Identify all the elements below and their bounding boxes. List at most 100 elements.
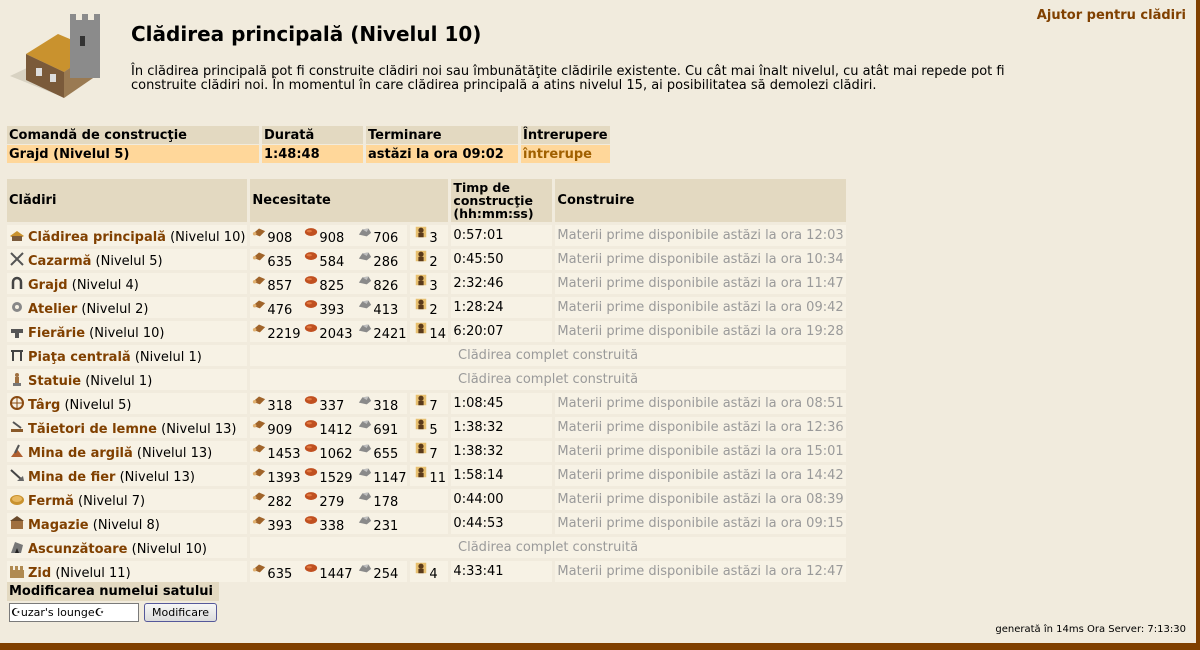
- farm-icon: [10, 494, 24, 505]
- timber-camp-icon: [11, 420, 23, 432]
- clay-cost: 338: [319, 519, 345, 534]
- build-time: 0:44:53: [451, 513, 556, 537]
- wood-icon: [253, 492, 266, 501]
- resource-costs: 635 584 286 2: [250, 249, 452, 273]
- building-level: (Nivelul 13): [136, 445, 213, 461]
- building-name-cell: Magazie (Nivelul 8): [7, 513, 251, 537]
- resource-costs: 909 1412 691 5: [250, 417, 452, 441]
- resource-costs: 908 908 706 3: [250, 225, 452, 249]
- barracks-icon: [10, 251, 24, 266]
- building-level: (Nivelul 13): [161, 421, 237, 437]
- wood-icon: [253, 252, 266, 261]
- building-row: Târg (Nivelul 5) 318 337 318 7 1:08:45 Materii…: [7, 393, 849, 417]
- pop-cost: 11: [429, 471, 446, 486]
- page-title: Clădirea principală (Nivelul 10): [131, 22, 482, 46]
- wood-cost: 282: [267, 495, 293, 510]
- storage-icon: [10, 515, 24, 529]
- iron-cost: 655: [373, 447, 399, 462]
- help-link[interactable]: Ajutor pentru clădiri: [1037, 8, 1186, 23]
- building-link[interactable]: Magazie: [28, 518, 89, 533]
- pop-cost: 7: [429, 447, 438, 462]
- building-link[interactable]: Ascunzătoare: [28, 542, 128, 557]
- population-icon: [416, 394, 427, 406]
- building-link[interactable]: Atelier: [28, 302, 77, 317]
- wood-icon: [253, 516, 266, 525]
- header-build: Construire: [555, 179, 849, 225]
- building-link[interactable]: Clădirea principală: [28, 230, 166, 245]
- building-row: Atelier (Nivelul 2) 476 393 413 2 1:28:24 Mate…: [7, 297, 849, 321]
- queue-header-finish: Terminare: [366, 126, 521, 144]
- pop-cost: 14: [429, 327, 446, 342]
- wood-icon: [253, 228, 266, 237]
- clay-cost: 1412: [319, 423, 353, 438]
- iron-icon: [359, 300, 372, 309]
- pop-cost: 5: [429, 423, 438, 438]
- wood-icon: [253, 420, 266, 429]
- building-link[interactable]: Fierărie: [28, 326, 85, 341]
- page-frame: Ajutor pentru clădiri Clădirea principal…: [0, 0, 1200, 650]
- clay-cost: 1062: [319, 447, 353, 462]
- queue-finish: astăzi la ora 09:02: [366, 144, 521, 163]
- building-link[interactable]: Mina de argilă: [28, 446, 133, 461]
- building-link[interactable]: Statuie: [28, 374, 81, 389]
- place-icon: [11, 349, 23, 361]
- build-time: 1:08:45: [451, 393, 556, 417]
- resource-costs: 476 393 413 2: [250, 297, 452, 321]
- build-time: 0:45:50: [451, 249, 556, 273]
- queue-order: Grajd (Nivelul 5): [7, 144, 262, 163]
- building-level: (Nivelul 1): [134, 349, 202, 365]
- building-link[interactable]: Tăietori de lemne: [28, 422, 157, 437]
- build-status: Materii prime disponibile astăzi la ora …: [555, 465, 849, 489]
- building-row: Statuie (Nivelul 1) Clădirea complet cons…: [7, 369, 849, 393]
- population-icon: [416, 274, 427, 286]
- clay-icon: [305, 468, 318, 476]
- iron-cost: 691: [373, 423, 399, 438]
- building-level: (Nivelul 8): [92, 517, 160, 533]
- server-footer: generată în 14ms Ora Server: 7:13:30: [995, 624, 1186, 635]
- build-status: Materii prime disponibile astăzi la ora …: [555, 273, 849, 297]
- build-time: 0:57:01: [451, 225, 556, 249]
- resource-costs: 1393 1529 1147 11: [250, 465, 452, 489]
- wood-icon: [253, 564, 266, 573]
- build-status: Materii prime disponibile astăzi la ora …: [555, 225, 849, 249]
- wood-cost: 393: [267, 519, 293, 534]
- main-building-image: [10, 14, 100, 98]
- building-link[interactable]: Mina de fier: [28, 470, 115, 485]
- population-icon: [416, 442, 427, 454]
- village-name-input[interactable]: [9, 603, 139, 622]
- resource-costs: 857 825 826 3: [250, 273, 452, 297]
- building-link[interactable]: Fermă: [28, 494, 74, 509]
- wood-cost: 1393: [267, 471, 301, 486]
- building-link[interactable]: Zid: [28, 566, 51, 581]
- build-status: Materii prime disponibile astăzi la ora …: [555, 513, 849, 537]
- building-link[interactable]: Cazarmă: [28, 254, 91, 269]
- resource-costs: 1453 1062 655 7: [250, 441, 452, 465]
- iron-cost: 178: [373, 495, 399, 510]
- building-link[interactable]: Târg: [28, 398, 60, 413]
- building-link[interactable]: Piaţa centrală: [28, 350, 131, 365]
- building-name-cell: Târg (Nivelul 5): [7, 393, 251, 417]
- building-level: (Nivelul 13): [119, 469, 195, 485]
- build-status: Materii prime disponibile astăzi la ora …: [555, 561, 849, 585]
- queue-header-duration: Durată: [262, 126, 366, 144]
- iron-icon: [359, 396, 372, 405]
- population-icon: [416, 226, 427, 238]
- wood-cost: 635: [267, 567, 293, 582]
- main-building-icon: [10, 230, 24, 241]
- building-name-cell: Ascunzătoare (Nivelul 10): [7, 537, 251, 561]
- wood-cost: 1453: [267, 447, 301, 462]
- building-name-cell: Clădirea principală (Nivelul 10): [7, 225, 251, 249]
- rename-button[interactable]: Modificare: [144, 603, 217, 622]
- iron-cost: 826: [373, 279, 399, 294]
- building-name-cell: Fermă (Nivelul 7): [7, 489, 251, 513]
- cancel-link[interactable]: întrerupe: [523, 147, 592, 162]
- build-time: 2:32:46: [451, 273, 556, 297]
- build-status: Materii prime disponibile astăzi la ora …: [555, 489, 849, 513]
- building-link[interactable]: Grajd: [28, 278, 68, 293]
- building-name-cell: Grajd (Nivelul 4): [7, 273, 251, 297]
- wood-icon: [253, 468, 266, 477]
- wood-icon: [253, 276, 266, 285]
- header-build-time: Timp de construcţie (hh:mm:ss): [451, 179, 556, 225]
- iron-icon: [359, 228, 372, 237]
- build-time: 6:20:07: [451, 321, 556, 345]
